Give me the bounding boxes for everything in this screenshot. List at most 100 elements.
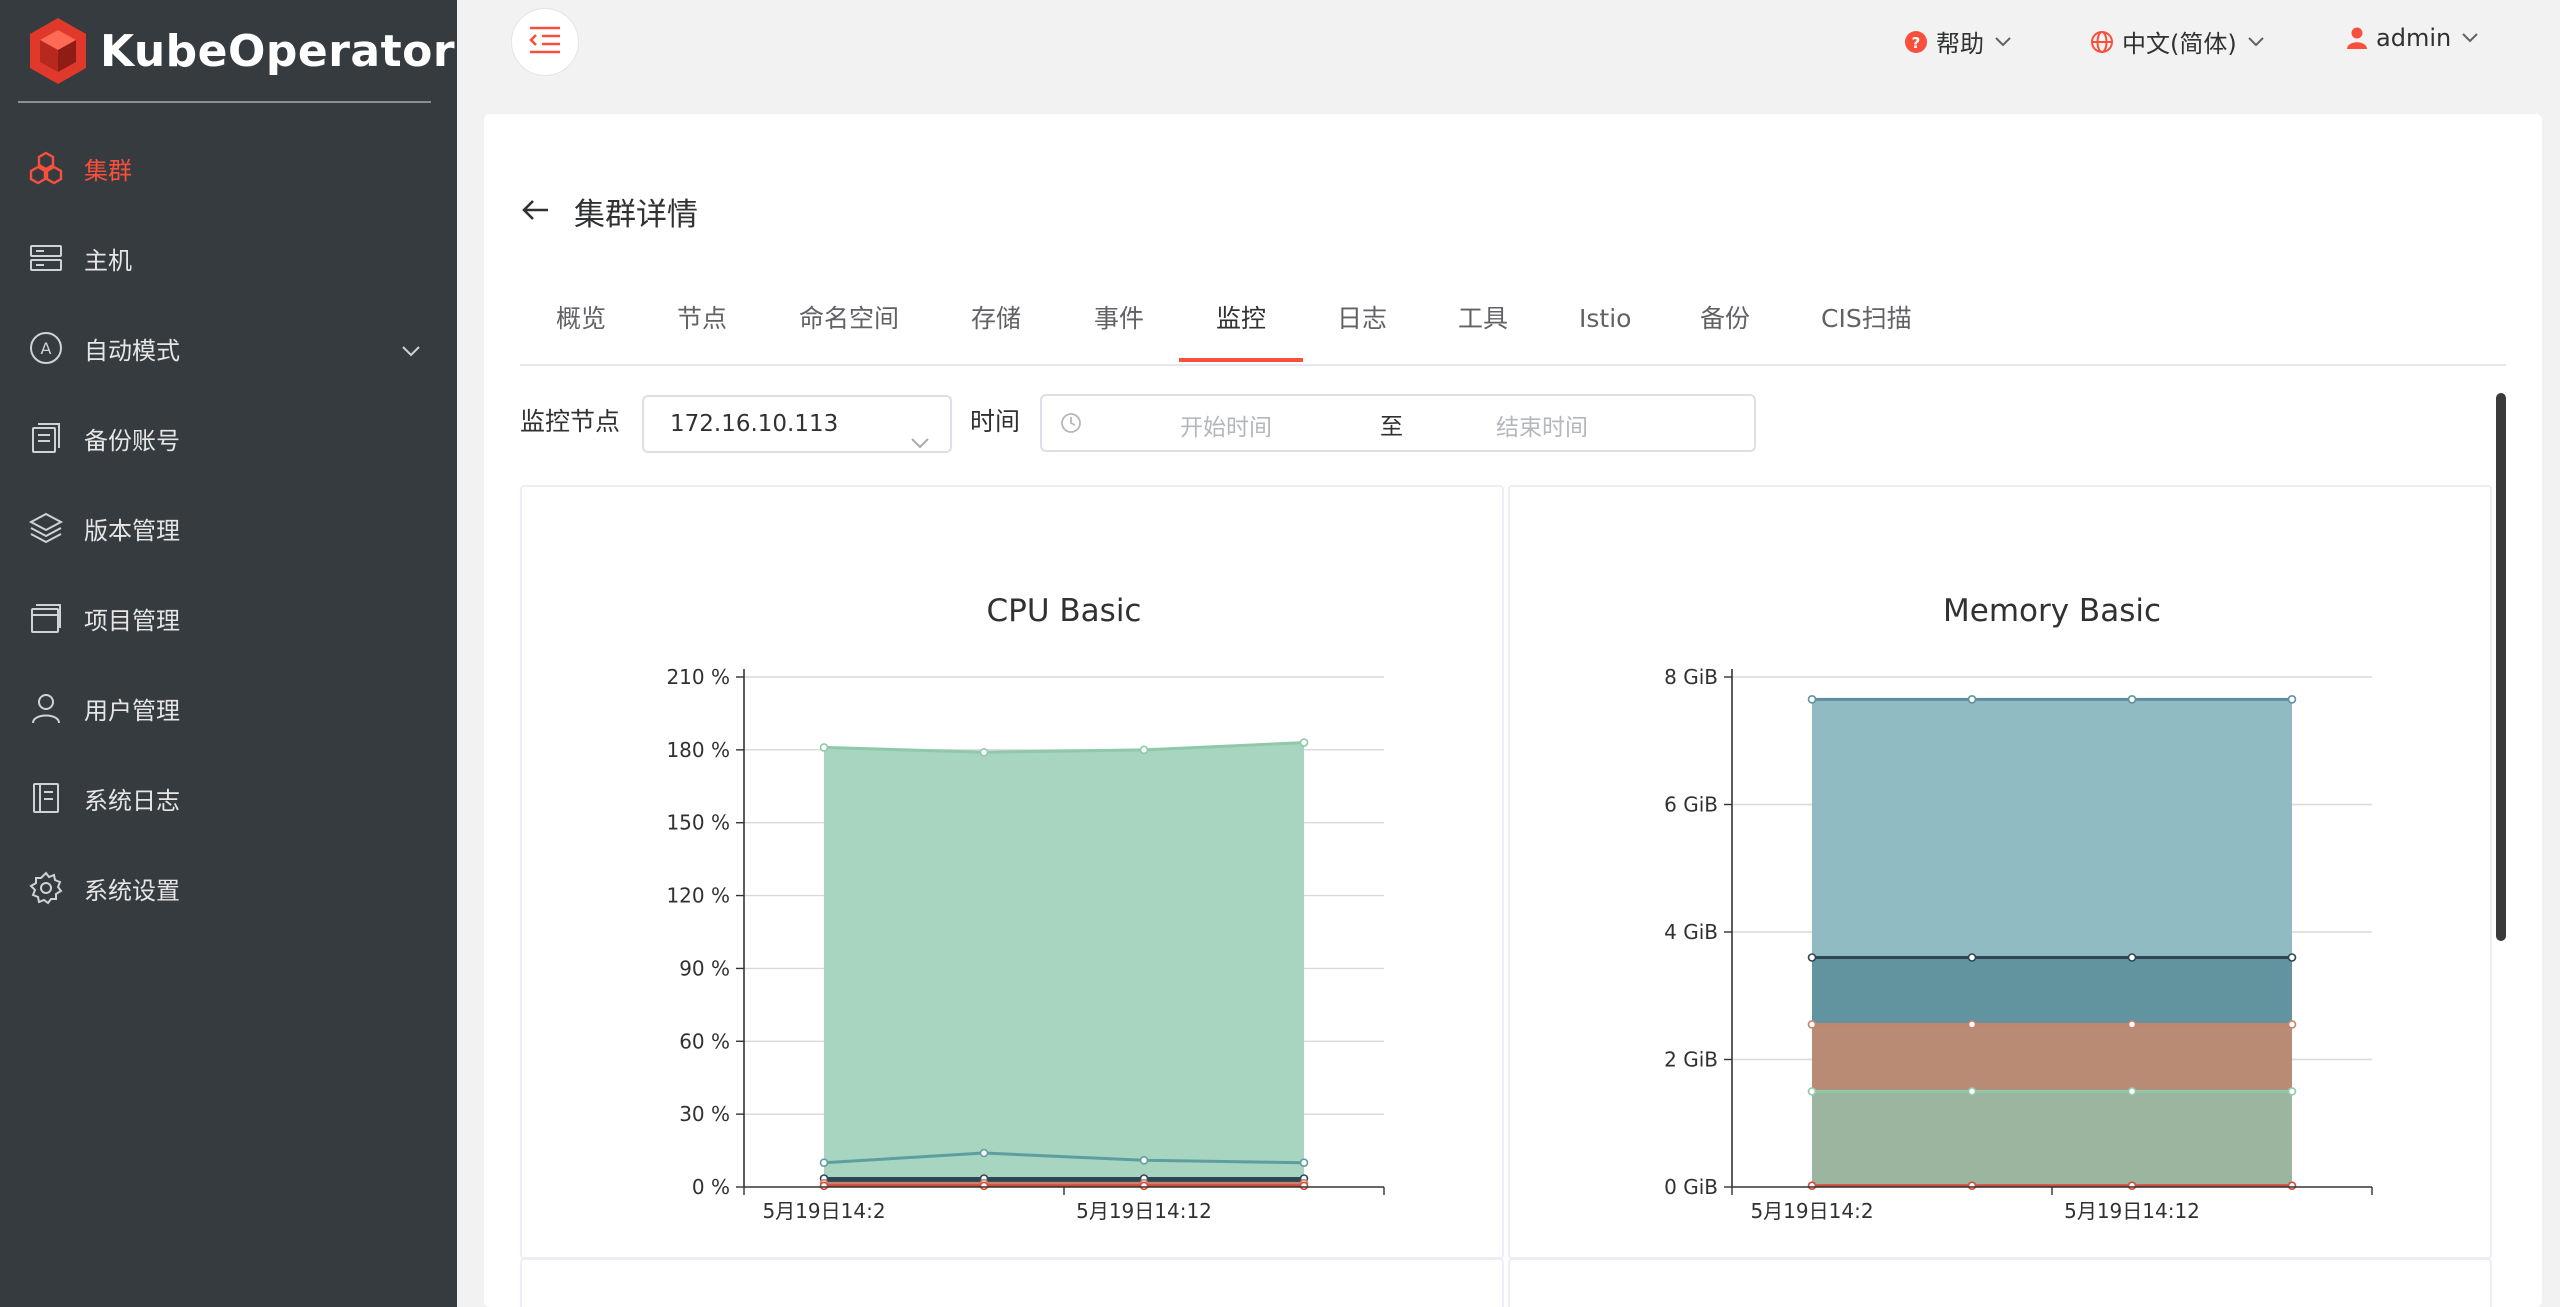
user-name: admin (2376, 24, 2452, 52)
data-point (1139, 745, 1149, 755)
data-point (2287, 953, 2297, 962)
node-filter-label: 监控节点 (520, 407, 621, 436)
sidebar-item-label: 版本管理 (84, 516, 180, 545)
sidebar-item-label: 集群 (84, 156, 132, 185)
date-range-picker[interactable]: 开始时间 至 结束时间 (1040, 394, 1756, 452)
data-point (979, 1181, 989, 1191)
chevron-down-icon (2247, 36, 2265, 48)
data-point (1967, 695, 1977, 704)
tab-events[interactable]: 事件 (1094, 289, 1144, 362)
x-tick-label: 5月19日14:2 (762, 1199, 885, 1223)
help-menu[interactable]: ? 帮助 (1904, 24, 2012, 59)
data-point (1299, 1181, 1309, 1191)
y-tick-label: 210 % (666, 665, 730, 689)
tab-namespaces[interactable]: 命名空间 (799, 289, 899, 362)
x-tick-label: 5月19日14:12 (1076, 1199, 1212, 1223)
svg-text:?: ? (1912, 34, 1921, 52)
end-time-input[interactable]: 结束时间 (1496, 408, 1588, 442)
sidebar-item-label: 用户管理 (84, 696, 180, 725)
series-area (824, 742, 1304, 1187)
y-tick-label: 8 GiB (1664, 665, 1718, 689)
data-point (819, 1181, 829, 1191)
chart-title: CPU Basic (987, 593, 1142, 629)
sidebar-item-label: 自动模式 (84, 336, 180, 365)
clock-icon (1060, 412, 1082, 440)
chevron-down-icon (401, 335, 421, 363)
tab-istio[interactable]: Istio (1579, 289, 1631, 362)
data-point (979, 747, 989, 757)
data-point (1807, 1020, 1817, 1029)
data-point (1139, 1181, 1149, 1191)
sidebar-item-label: 系统日志 (84, 786, 180, 815)
sidebar: KubeOperator 集群 主机 A 自动模式 备份账号 版本管理 项目管理… (0, 0, 457, 1307)
brand-name: KubeOperator (100, 25, 456, 77)
data-point (1807, 1087, 1817, 1096)
y-tick-label: 30 % (679, 1102, 730, 1126)
data-point (1139, 1155, 1149, 1165)
sidebar-item-user[interactable]: 用户管理 (0, 663, 457, 753)
range-separator: 至 (1380, 414, 1403, 440)
y-tick-label: 180 % (666, 738, 730, 762)
y-tick-label: 0 GiB (1664, 1175, 1718, 1199)
data-point (1299, 1158, 1309, 1168)
sidebar-item-label: 备份账号 (84, 426, 180, 455)
y-tick-label: 90 % (679, 956, 730, 980)
sidebar-item-auto-mode[interactable]: A 自动模式 (0, 303, 457, 393)
menu-fold-icon (527, 25, 563, 59)
tab-nodes[interactable]: 节点 (677, 289, 727, 362)
tab-backup[interactable]: 备份 (1700, 289, 1750, 362)
language-menu[interactable]: 中文(简体) (2090, 24, 2265, 59)
tab-cis-scan[interactable]: CIS扫描 (1821, 289, 1912, 362)
data-point (1967, 953, 1977, 962)
page-header: 集群详情 (520, 189, 698, 234)
start-time-input[interactable]: 开始时间 (1180, 408, 1272, 442)
data-point (1967, 1020, 1977, 1029)
data-point (2127, 1020, 2137, 1029)
server-icon (28, 240, 64, 276)
data-point (2127, 953, 2137, 962)
tab-monitoring[interactable]: 监控 (1179, 289, 1304, 362)
logo-divider (18, 101, 431, 103)
tab-logs[interactable]: 日志 (1337, 289, 1387, 362)
node-select[interactable]: 172.16.10.113 (642, 395, 952, 453)
tab-storage[interactable]: 存储 (971, 289, 1021, 362)
tab-tools[interactable]: 工具 (1458, 289, 1508, 362)
data-point (2287, 1181, 2297, 1191)
y-tick-label: 150 % (666, 811, 730, 835)
chevron-down-icon (2461, 32, 2479, 44)
y-tick-label: 60 % (679, 1029, 730, 1053)
layers-icon (28, 510, 64, 546)
tab-overview[interactable]: 概览 (556, 289, 606, 362)
cpu-basic-chart: CPU Basic 0 % 30 % 60 % 90 % 120 % 150 % 180 % 2… (666, 593, 1385, 1223)
globe-icon (2090, 30, 2114, 54)
sidebar-item-system-log[interactable]: 系统日志 (0, 753, 457, 843)
content-scrollbar[interactable] (2496, 393, 2506, 941)
data-point (979, 1148, 989, 1158)
help-icon: ? (1904, 30, 1928, 54)
data-point (2127, 1087, 2137, 1096)
data-point (2127, 695, 2137, 704)
y-tick-label: 0 % (692, 1175, 730, 1199)
y-tick-label: 2 GiB (1664, 1048, 1718, 1072)
memory-basic-chart: Memory Basic 0 GiB 2 GiB 4 GiB 6 GiB 8 GiB 5月1… (1664, 593, 2373, 1223)
sidebar-item-backup-account[interactable]: 备份账号 (0, 393, 457, 483)
sidebar-item-version[interactable]: 版本管理 (0, 483, 457, 573)
user-menu[interactable]: admin (2346, 24, 2479, 52)
time-filter-label: 时间 (970, 407, 1021, 436)
data-point (819, 1158, 829, 1168)
back-arrow-icon[interactable] (520, 198, 550, 226)
cpu-basic-panel: CPU Basic 0 % 30 % 60 % 90 % 120 % 150 % 180 % 2… (520, 485, 1504, 1259)
sidebar-collapse-button[interactable] (511, 8, 579, 76)
y-tick-label: 4 GiB (1664, 920, 1718, 944)
sidebar-item-host[interactable]: 主机 (0, 213, 457, 303)
sidebar-item-project[interactable]: 项目管理 (0, 573, 457, 663)
data-point (1967, 1087, 1977, 1096)
sidebar-item-system-settings[interactable]: 系统设置 (0, 843, 457, 933)
sidebar-nav: 集群 主机 A 自动模式 备份账号 版本管理 项目管理 用户管理 系统日志 系统… (0, 123, 457, 933)
page-title: 集群详情 (574, 197, 698, 233)
sidebar-item-label: 主机 (84, 246, 132, 275)
sidebar-item-cluster[interactable]: 集群 (0, 123, 457, 213)
x-tick-label: 5月19日14:12 (2064, 1199, 2200, 1223)
data-point (2287, 1020, 2297, 1029)
brand-logo[interactable]: KubeOperator (26, 12, 455, 90)
